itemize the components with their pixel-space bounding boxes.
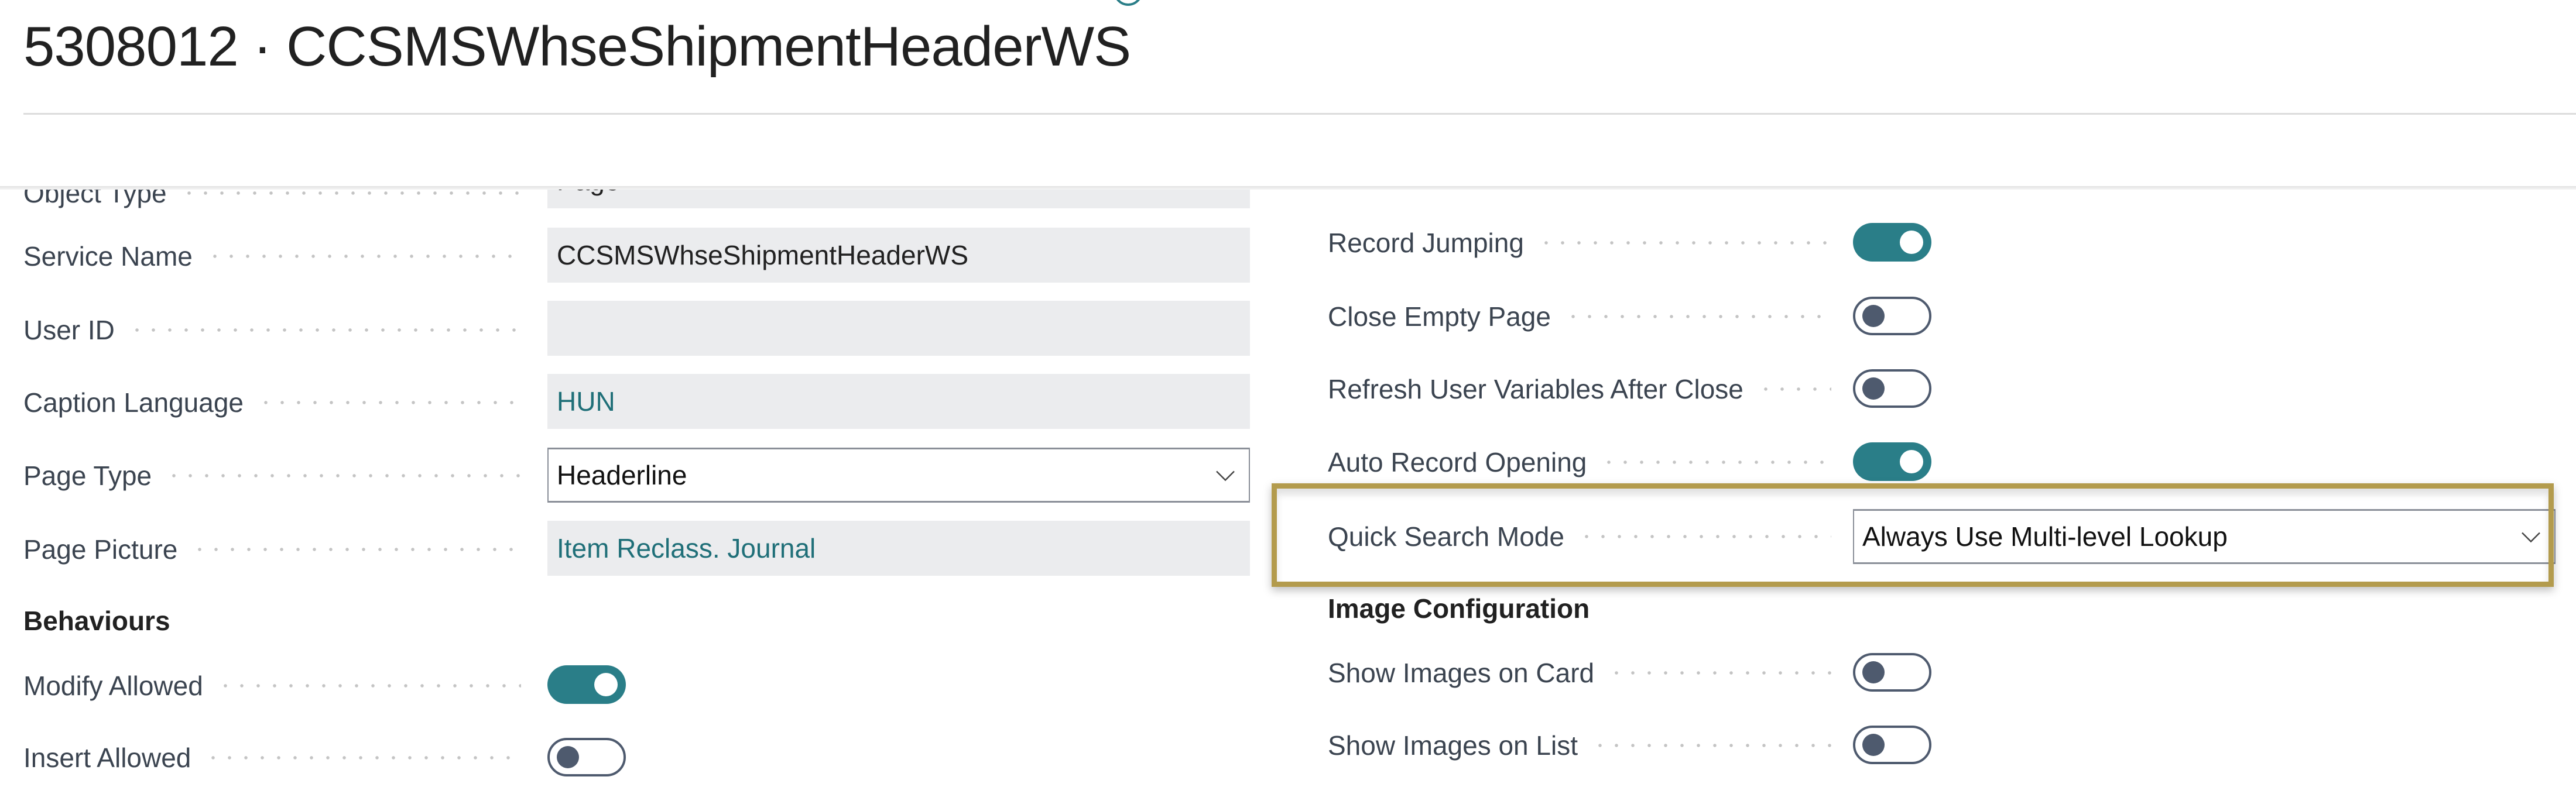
toggle-knob xyxy=(557,746,579,768)
record-jumping-toggle[interactable] xyxy=(1853,223,1931,262)
refresh-user-variables-toggle[interactable] xyxy=(1853,369,1931,408)
leader-dots xyxy=(1537,239,1831,247)
toolbar-backdrop xyxy=(0,115,2576,186)
row-close-empty-page: Close Empty Page xyxy=(1328,287,1843,346)
page-picture-label: Page Picture xyxy=(23,534,178,565)
image-configuration-heading: Image Configuration xyxy=(1328,593,1590,624)
leader-dots xyxy=(1578,532,1831,541)
leader-dots xyxy=(180,189,521,197)
page-picture-field[interactable]: Item Reclass. Journal xyxy=(547,521,1250,576)
toggle-knob xyxy=(1900,231,1923,254)
leader-dots xyxy=(217,682,521,690)
row-auto-record-opening: Auto Record Opening xyxy=(1328,433,1843,492)
header-bottom-border xyxy=(0,186,2576,190)
row-quick-search-mode: Quick Search Mode xyxy=(1328,507,1843,566)
close-empty-page-label: Close Empty Page xyxy=(1328,301,1551,332)
leader-dots xyxy=(128,326,521,334)
caption-language-label: Caption Language xyxy=(23,387,244,418)
leader-dots xyxy=(206,252,521,260)
show-images-on-list-toggle[interactable] xyxy=(1853,726,1931,764)
modify-allowed-toggle[interactable] xyxy=(547,665,626,704)
user-id-field[interactable] xyxy=(547,301,1250,356)
record-jumping-label: Record Jumping xyxy=(1328,228,1524,258)
toggle-knob xyxy=(1862,377,1885,400)
row-page-type: Page Type xyxy=(23,446,533,505)
user-id-label: User ID xyxy=(23,315,115,345)
toggle-knob xyxy=(1862,734,1885,756)
show-images-on-list-label: Show Images on List xyxy=(1328,730,1578,761)
partial-icon-top xyxy=(1114,0,1143,6)
auto-record-opening-toggle[interactable] xyxy=(1853,442,1931,481)
chevron-down-icon xyxy=(1216,470,1235,482)
row-caption-language: Caption Language xyxy=(23,373,533,432)
service-name-label: Service Name xyxy=(23,241,193,272)
page-title: 5308012 · CCSMSWhseShipmentHeaderWS xyxy=(23,15,1131,78)
page-type-label: Page Type xyxy=(23,460,152,491)
row-show-images-on-list: Show Images on List xyxy=(1328,716,1843,775)
insert-allowed-label: Insert Allowed xyxy=(23,743,191,773)
leader-dots xyxy=(1564,312,1831,321)
behaviours-heading: Behaviours xyxy=(23,606,170,636)
leader-dots xyxy=(205,754,521,762)
toggle-knob xyxy=(1862,305,1885,327)
leader-dots xyxy=(258,398,521,407)
refresh-user-variables-label: Refresh User Variables After Close xyxy=(1328,374,1743,404)
row-insert-allowed: Insert Allowed xyxy=(23,728,533,787)
row-service-name: Service Name xyxy=(23,227,533,286)
leader-dots xyxy=(1592,741,1831,750)
row-page-picture: Page Picture xyxy=(23,520,533,579)
row-show-images-on-card: Show Images on Card xyxy=(1328,644,1843,702)
quick-search-mode-select[interactable]: Always Use Multi-level Lookup xyxy=(1853,509,2556,564)
toggle-knob xyxy=(594,673,618,696)
leader-dots xyxy=(191,545,521,554)
auto-record-opening-label: Auto Record Opening xyxy=(1328,447,1587,477)
toggle-knob xyxy=(1900,450,1923,473)
chevron-down-icon xyxy=(2522,532,2540,543)
modify-allowed-label: Modify Allowed xyxy=(23,671,203,701)
row-record-jumping: Record Jumping xyxy=(1328,214,1843,272)
show-images-on-card-label: Show Images on Card xyxy=(1328,658,1595,688)
page-type-select[interactable]: Headerline xyxy=(547,448,1250,503)
toggle-knob xyxy=(1862,661,1885,683)
row-user-id: User ID xyxy=(23,301,533,359)
page-type-value: Headerline xyxy=(557,460,687,490)
quick-search-mode-value: Always Use Multi-level Lookup xyxy=(1862,521,2228,552)
close-empty-page-toggle[interactable] xyxy=(1853,297,1931,335)
row-modify-allowed: Modify Allowed xyxy=(23,657,533,715)
quick-search-mode-label: Quick Search Mode xyxy=(1328,521,1564,552)
show-images-on-card-toggle[interactable] xyxy=(1853,653,1931,692)
caption-language-field[interactable]: HUN xyxy=(547,374,1250,429)
insert-allowed-toggle[interactable] xyxy=(547,738,626,776)
leader-dots xyxy=(1608,669,1831,677)
leader-dots xyxy=(1757,385,1831,393)
row-refresh-user-variables: Refresh User Variables After Close xyxy=(1328,360,1843,418)
leader-dots xyxy=(1601,458,1831,466)
leader-dots xyxy=(166,472,521,480)
service-name-field[interactable]: CCSMSWhseShipmentHeaderWS xyxy=(547,228,1250,283)
